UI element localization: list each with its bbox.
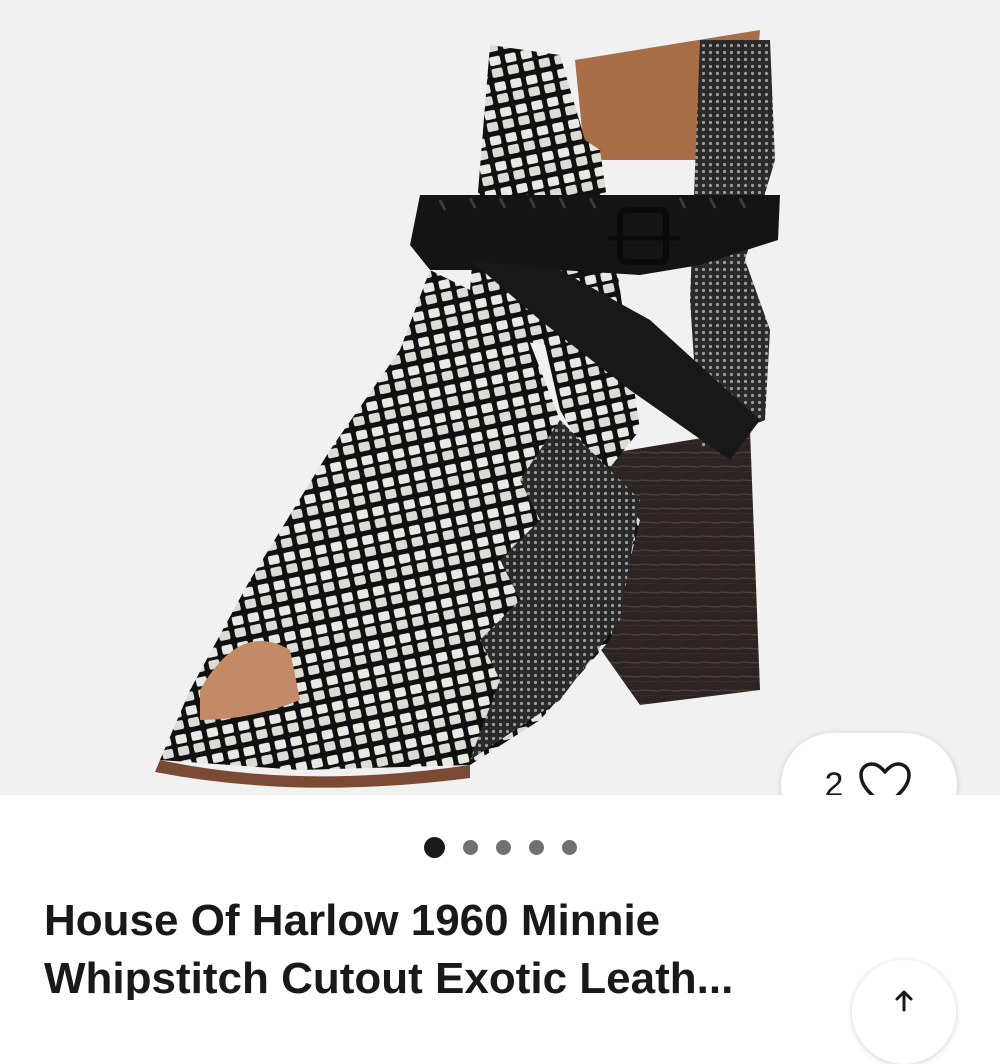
pagination-dot[interactable] (462, 839, 478, 855)
product-title: House Of Harlow 1960 Minnie Whipstitch C… (44, 896, 734, 1000)
watch-button[interactable]: 2 (781, 733, 957, 795)
pagination-dot[interactable] (561, 839, 577, 855)
pagination-dot[interactable] (495, 839, 511, 855)
share-button[interactable] (852, 960, 956, 1064)
pagination-dot-active[interactable] (423, 836, 445, 858)
watch-count: 2 (824, 765, 844, 796)
pagination-dot[interactable] (528, 839, 544, 855)
gallery-pagination (0, 836, 1000, 858)
image-gallery[interactable]: 2 (0, 0, 1000, 795)
heart-icon (859, 762, 912, 795)
product-image[interactable] (0, 0, 1000, 795)
share-icon (895, 990, 913, 1012)
